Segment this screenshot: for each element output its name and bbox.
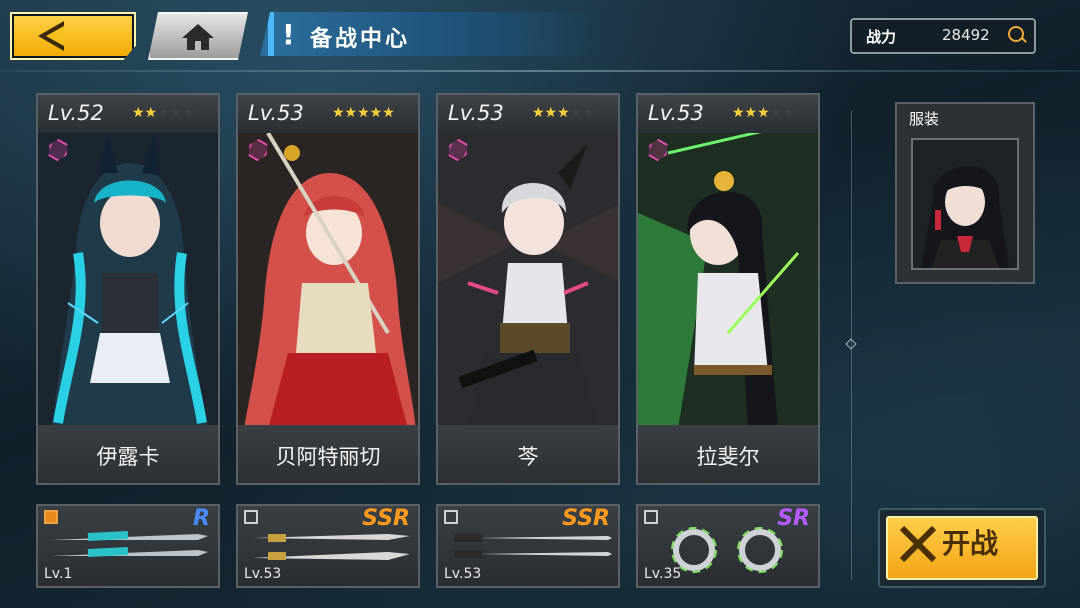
weapon-slot-icon bbox=[644, 510, 658, 524]
character-level: Lv.53 bbox=[248, 101, 304, 125]
star-rating: ★★★★★ bbox=[732, 105, 795, 121]
weapon-level: Lv.53 bbox=[244, 566, 282, 582]
home-icon bbox=[182, 24, 214, 50]
page-title: 备战中心 bbox=[310, 27, 411, 52]
character-name: 拉斐尔 bbox=[696, 445, 760, 469]
weapon-slot-4[interactable]: SR Lv.35 bbox=[636, 504, 820, 588]
character-card-3[interactable]: Lv.53 ★★★★★ 芩 bbox=[436, 93, 620, 485]
start-battle-button[interactable]: 开战 bbox=[878, 508, 1046, 588]
weapon-slot-2[interactable]: SSR Lv.53 bbox=[236, 504, 420, 588]
character-card-4[interactable]: Lv.53 ★★★★★ 拉斐尔 bbox=[636, 93, 820, 485]
home-button[interactable] bbox=[148, 12, 248, 60]
weapon-image bbox=[454, 534, 612, 558]
star-rating: ★★★★★ bbox=[532, 105, 595, 121]
weapon-slot-icon bbox=[444, 510, 458, 524]
star-rating: ★★★★★ bbox=[332, 105, 395, 121]
page-title-bar: ! 备战中心 bbox=[260, 12, 600, 56]
character-name: 伊露卡 bbox=[96, 445, 160, 469]
character-name: 贝阿特丽切 bbox=[275, 445, 381, 469]
character-level: Lv.52 bbox=[48, 101, 104, 125]
power-value: 28492 bbox=[942, 26, 990, 44]
character-portrait bbox=[38, 133, 218, 429]
crossed-swords-icon bbox=[899, 525, 937, 563]
character-portrait bbox=[438, 133, 618, 429]
weapon-slot-icon bbox=[244, 510, 258, 524]
divider-ornament bbox=[845, 338, 857, 350]
character-level: Lv.53 bbox=[648, 101, 704, 125]
power-label: 战力 bbox=[866, 28, 897, 46]
character-card-1[interactable]: Lv.52 ★★★★★ 伊露卡 bbox=[36, 93, 220, 485]
weapon-slot-icon bbox=[44, 510, 58, 524]
character-card-2[interactable]: Lv.53 ★★★★★ 贝阿特丽切 bbox=[236, 93, 420, 485]
character-level: Lv.53 bbox=[448, 101, 504, 125]
weapon-slot-3[interactable]: SSR Lv.53 bbox=[436, 504, 620, 588]
outfit-avatar-image bbox=[913, 140, 1017, 268]
outfit-label: 服装 bbox=[909, 110, 940, 128]
title-stripe bbox=[268, 12, 274, 56]
star-rating: ★★★★★ bbox=[132, 105, 195, 121]
weapon-slot-1[interactable]: R Lv.1 bbox=[36, 504, 220, 588]
character-name: 芩 bbox=[517, 445, 539, 469]
back-button[interactable] bbox=[10, 12, 136, 60]
exclamation-icon: ! bbox=[282, 18, 295, 51]
weapon-image bbox=[252, 534, 410, 560]
start-battle-label: 开战 bbox=[942, 527, 999, 560]
weapon-level: Lv.1 bbox=[44, 566, 73, 582]
outfit-panel[interactable]: 服装 bbox=[895, 102, 1035, 284]
header-divider bbox=[0, 70, 1080, 72]
character-portrait bbox=[638, 133, 818, 429]
weapon-image bbox=[52, 530, 208, 558]
character-portrait bbox=[238, 133, 418, 429]
weapon-level: Lv.35 bbox=[644, 566, 682, 582]
weapon-level: Lv.53 bbox=[444, 566, 482, 582]
back-arrow-icon bbox=[38, 21, 64, 51]
combat-power-display[interactable]: 战力 28492 bbox=[850, 18, 1036, 54]
magnifier-icon[interactable] bbox=[1008, 26, 1024, 42]
outfit-portrait[interactable] bbox=[911, 138, 1019, 270]
